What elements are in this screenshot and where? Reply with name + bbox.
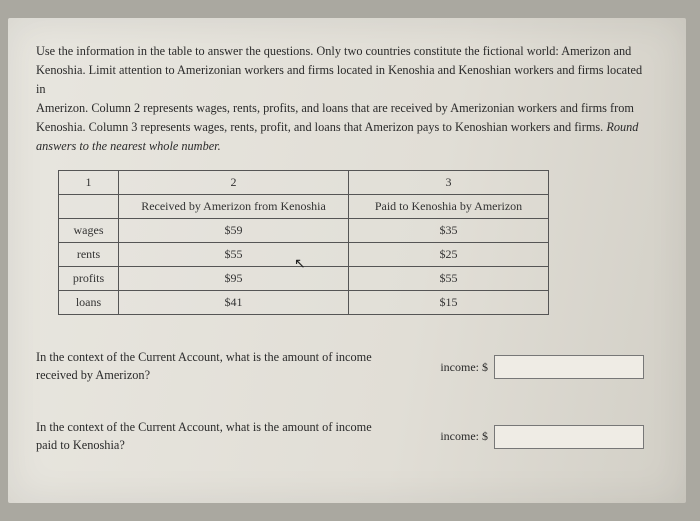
col1-header: 1 [59,171,119,195]
col2-subheader: Received by Amerizon from Kenoshia [119,195,349,219]
row-c2: $95 [119,267,349,291]
intro-line2: Kenoshia. Limit attention to Amerizonian… [36,63,642,96]
row-label: wages [59,219,119,243]
row-c3: $55 [349,267,549,291]
table-subheader-row: Received by Amerizon from Kenoshia Paid … [59,195,549,219]
question-2-answer: income: $ [440,425,644,449]
col3-subheader: Paid to Kenoshia by Amerizon [349,195,549,219]
row-c2: $59 [119,219,349,243]
question-1-answer: income: $ [440,355,644,379]
intro-text: Use the information in the table to answ… [36,42,654,156]
table-header-row: 1 2 3 [59,171,549,195]
col1-subheader [59,195,119,219]
question-1-text: In the context of the Current Account, w… [36,349,376,385]
answer-2-label: income: $ [440,429,488,444]
col3-header: 3 [349,171,549,195]
row-label: loans [59,291,119,315]
question-2-row: In the context of the Current Account, w… [36,419,654,455]
answer-1-label: income: $ [440,360,488,375]
table-row: wages $59 $35 [59,219,549,243]
table-row: loans $41 $15 [59,291,549,315]
row-c3: $15 [349,291,549,315]
row-label: profits [59,267,119,291]
row-c2: $41 [119,291,349,315]
answer-2-input[interactable] [494,425,644,449]
row-c2: $55 [119,243,349,267]
data-table: 1 2 3 Received by Amerizon from Kenoshia… [58,170,549,315]
row-c3: $35 [349,219,549,243]
intro-line1: Use the information in the table to answ… [36,44,631,58]
question-1-row: In the context of the Current Account, w… [36,349,654,385]
row-c3: $25 [349,243,549,267]
col2-header: 2 [119,171,349,195]
table-row: profits $95 $55 [59,267,549,291]
intro-line4: Kenoshia. Column 3 represents wages, ren… [36,120,606,134]
answer-1-input[interactable] [494,355,644,379]
table-row: rents $55 $25 [59,243,549,267]
intro-line3: Amerizon. Column 2 represents wages, ren… [36,101,634,115]
question-2-text: In the context of the Current Account, w… [36,419,376,455]
worksheet-page: Use the information in the table to answ… [8,18,686,503]
row-label: rents [59,243,119,267]
